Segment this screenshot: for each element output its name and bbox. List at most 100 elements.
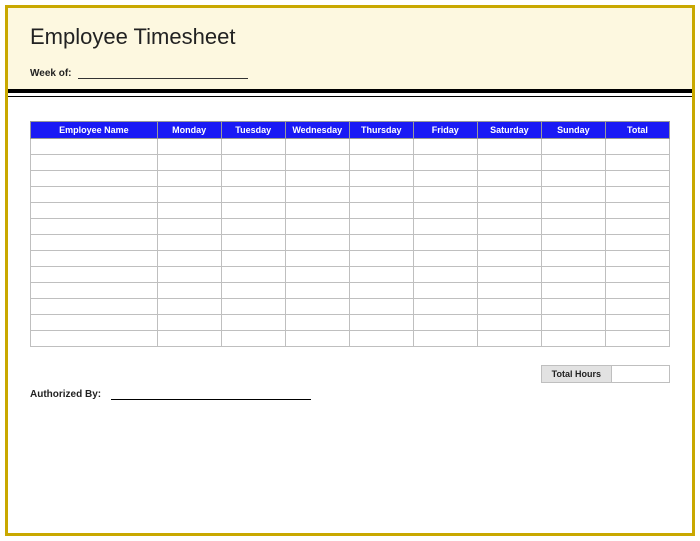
table-cell[interactable] (157, 155, 221, 171)
table-cell[interactable] (31, 155, 158, 171)
table-cell[interactable] (157, 139, 221, 155)
table-cell[interactable] (285, 139, 349, 155)
table-cell[interactable] (31, 203, 158, 219)
table-cell[interactable] (221, 235, 285, 251)
table-cell[interactable] (349, 315, 413, 331)
table-cell[interactable] (605, 283, 669, 299)
table-cell[interactable] (31, 251, 158, 267)
table-cell[interactable] (477, 171, 541, 187)
table-cell[interactable] (413, 203, 477, 219)
table-cell[interactable] (285, 171, 349, 187)
table-cell[interactable] (605, 251, 669, 267)
table-cell[interactable] (477, 219, 541, 235)
table-cell[interactable] (31, 283, 158, 299)
table-cell[interactable] (221, 331, 285, 347)
table-cell[interactable] (157, 187, 221, 203)
table-cell[interactable] (541, 267, 605, 283)
table-cell[interactable] (221, 315, 285, 331)
table-cell[interactable] (285, 251, 349, 267)
table-cell[interactable] (221, 203, 285, 219)
table-cell[interactable] (221, 251, 285, 267)
table-cell[interactable] (221, 171, 285, 187)
table-cell[interactable] (541, 251, 605, 267)
table-cell[interactable] (541, 139, 605, 155)
table-cell[interactable] (349, 203, 413, 219)
table-cell[interactable] (31, 331, 158, 347)
table-cell[interactable] (349, 155, 413, 171)
table-cell[interactable] (413, 331, 477, 347)
table-cell[interactable] (541, 235, 605, 251)
table-cell[interactable] (157, 251, 221, 267)
table-cell[interactable] (413, 299, 477, 315)
table-cell[interactable] (413, 315, 477, 331)
table-cell[interactable] (477, 203, 541, 219)
table-cell[interactable] (157, 299, 221, 315)
table-cell[interactable] (413, 139, 477, 155)
table-cell[interactable] (541, 283, 605, 299)
table-cell[interactable] (157, 283, 221, 299)
table-cell[interactable] (157, 331, 221, 347)
table-cell[interactable] (285, 187, 349, 203)
table-cell[interactable] (413, 155, 477, 171)
table-cell[interactable] (285, 267, 349, 283)
table-cell[interactable] (605, 315, 669, 331)
table-cell[interactable] (221, 155, 285, 171)
table-cell[interactable] (413, 251, 477, 267)
table-cell[interactable] (541, 331, 605, 347)
table-cell[interactable] (157, 203, 221, 219)
table-cell[interactable] (477, 331, 541, 347)
table-cell[interactable] (605, 267, 669, 283)
table-cell[interactable] (541, 187, 605, 203)
table-cell[interactable] (605, 187, 669, 203)
table-cell[interactable] (413, 267, 477, 283)
table-cell[interactable] (221, 299, 285, 315)
table-cell[interactable] (349, 171, 413, 187)
table-cell[interactable] (31, 187, 158, 203)
table-cell[interactable] (541, 219, 605, 235)
table-cell[interactable] (285, 315, 349, 331)
table-cell[interactable] (157, 219, 221, 235)
table-cell[interactable] (605, 331, 669, 347)
table-cell[interactable] (31, 139, 158, 155)
table-cell[interactable] (221, 219, 285, 235)
table-cell[interactable] (477, 155, 541, 171)
table-cell[interactable] (541, 155, 605, 171)
table-cell[interactable] (31, 235, 158, 251)
table-cell[interactable] (413, 171, 477, 187)
table-cell[interactable] (477, 235, 541, 251)
table-cell[interactable] (349, 187, 413, 203)
table-cell[interactable] (157, 171, 221, 187)
table-cell[interactable] (285, 235, 349, 251)
table-cell[interactable] (349, 331, 413, 347)
table-cell[interactable] (541, 171, 605, 187)
table-cell[interactable] (349, 219, 413, 235)
table-cell[interactable] (605, 235, 669, 251)
table-cell[interactable] (285, 283, 349, 299)
table-cell[interactable] (605, 155, 669, 171)
table-cell[interactable] (221, 187, 285, 203)
table-cell[interactable] (285, 155, 349, 171)
table-cell[interactable] (157, 235, 221, 251)
table-cell[interactable] (157, 315, 221, 331)
table-cell[interactable] (349, 251, 413, 267)
table-cell[interactable] (31, 171, 158, 187)
week-of-input-line[interactable] (78, 69, 248, 79)
table-cell[interactable] (285, 203, 349, 219)
table-cell[interactable] (477, 315, 541, 331)
table-cell[interactable] (221, 267, 285, 283)
table-cell[interactable] (285, 331, 349, 347)
table-cell[interactable] (349, 299, 413, 315)
table-cell[interactable] (285, 299, 349, 315)
table-cell[interactable] (221, 139, 285, 155)
table-cell[interactable] (31, 315, 158, 331)
table-cell[interactable] (157, 267, 221, 283)
authorized-signature-line[interactable] (111, 390, 311, 400)
table-cell[interactable] (413, 187, 477, 203)
table-cell[interactable] (413, 235, 477, 251)
table-cell[interactable] (605, 203, 669, 219)
table-cell[interactable] (541, 315, 605, 331)
table-cell[interactable] (31, 299, 158, 315)
table-cell[interactable] (413, 219, 477, 235)
table-cell[interactable] (541, 203, 605, 219)
table-cell[interactable] (221, 283, 285, 299)
